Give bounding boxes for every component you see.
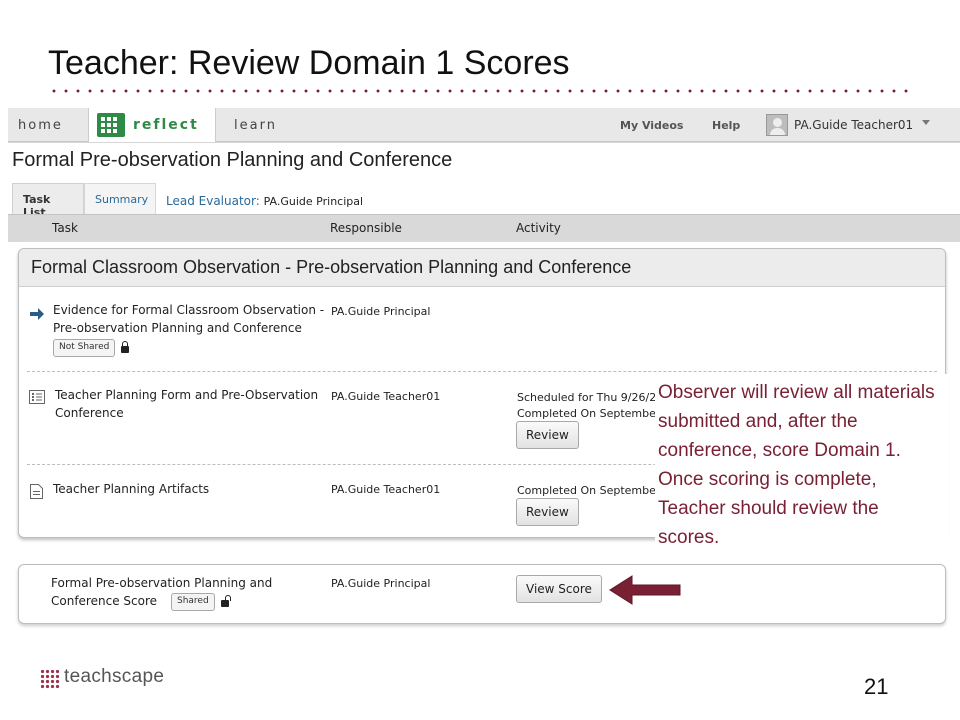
table-header: Task Responsible Activity <box>8 214 960 242</box>
column-header-responsible: Responsible <box>330 221 402 235</box>
nav-reflect[interactable]: reflect <box>88 108 216 142</box>
task-name-line: Conference Score <box>51 594 157 608</box>
score-task-name[interactable]: Formal Pre-observation Planning and Conf… <box>51 574 272 610</box>
nav-home[interactable]: home <box>18 118 63 133</box>
row-divider <box>27 371 937 372</box>
column-header-activity: Activity <box>516 221 561 235</box>
slide-title: Teacher: Review Domain 1 Scores <box>48 44 570 82</box>
task-name-line: Formal Pre-observation Planning and <box>51 576 273 590</box>
task-responsible: PA.Guide Teacher01 <box>331 483 441 496</box>
pointer-arrow-icon <box>609 575 681 605</box>
task-name-line: Teacher Planning Form and Pre-Observatio… <box>55 388 319 402</box>
score-task-card: Formal Pre-observation Planning and Conf… <box>18 564 946 624</box>
task-group-title: Formal Classroom Observation - Pre-obser… <box>19 249 945 287</box>
callout-note: Observer will review all materials submi… <box>655 374 948 556</box>
page-number: 21 <box>864 674 889 699</box>
nav-learn[interactable]: learn <box>234 118 277 133</box>
activity-completed: Completed On September 1 <box>517 484 671 497</box>
task-activity: Scheduled for Thu 9/26/201 Completed On … <box>517 390 671 422</box>
activity-completed: Completed On September 1 <box>517 407 671 420</box>
lead-evaluator-label: Lead Evaluator: <box>166 194 260 208</box>
lead-evaluator: Lead Evaluator: PA.Guide Principal <box>166 194 363 208</box>
status-badge: Shared <box>171 593 215 611</box>
task-evidence-name[interactable]: Evidence for Formal Classroom Observatio… <box>53 301 324 337</box>
lead-evaluator-name: PA.Guide Principal <box>263 195 364 208</box>
reflect-grid-icon <box>97 113 125 137</box>
chevron-down-icon[interactable] <box>922 120 930 125</box>
dotted-divider <box>48 88 914 94</box>
review-button[interactable]: Review <box>516 498 579 526</box>
page-title: Formal Pre-observation Planning and Conf… <box>12 149 453 171</box>
task-responsible: PA.Guide Principal <box>331 305 431 318</box>
nav-reflect-label: reflect <box>133 117 199 133</box>
form-icon <box>29 390 45 404</box>
document-icon <box>30 484 43 499</box>
activity-scheduled: Scheduled for Thu 9/26/201 <box>517 391 671 404</box>
user-name[interactable]: PA.Guide Teacher01 <box>794 118 913 132</box>
arrow-right-icon <box>30 308 44 320</box>
task-planning-form-name[interactable]: Teacher Planning Form and Pre-Observatio… <box>55 386 318 422</box>
view-score-button[interactable]: View Score <box>516 575 602 603</box>
review-button[interactable]: Review <box>516 421 579 449</box>
task-name-line: Teacher Planning Artifacts <box>53 482 210 496</box>
task-name-line: Pre-observation Planning and Conference <box>53 321 302 335</box>
nav-my-videos[interactable]: My Videos <box>620 119 683 132</box>
task-name-line: Evidence for Formal Classroom Observatio… <box>53 303 325 317</box>
task-name-line: Conference <box>55 406 124 420</box>
logo-mark-icon <box>40 669 60 689</box>
task-artifacts-name[interactable]: Teacher Planning Artifacts <box>53 480 209 498</box>
nav-help[interactable]: Help <box>712 119 740 132</box>
task-responsible: PA.Guide Teacher01 <box>331 390 441 403</box>
logo-text: teachscape <box>64 666 165 687</box>
tab-summary[interactable]: Summary <box>84 183 156 215</box>
task-responsible: PA.Guide Principal <box>331 577 431 590</box>
lock-icon <box>121 341 129 353</box>
top-navigation: home reflect learn My Videos Help PA.Gui… <box>8 108 960 142</box>
unlock-icon <box>221 595 231 607</box>
tab-task-list[interactable]: Task List <box>12 183 84 219</box>
avatar[interactable] <box>766 114 788 136</box>
column-header-task: Task <box>52 221 78 235</box>
status-badge: Not Shared <box>53 339 116 357</box>
